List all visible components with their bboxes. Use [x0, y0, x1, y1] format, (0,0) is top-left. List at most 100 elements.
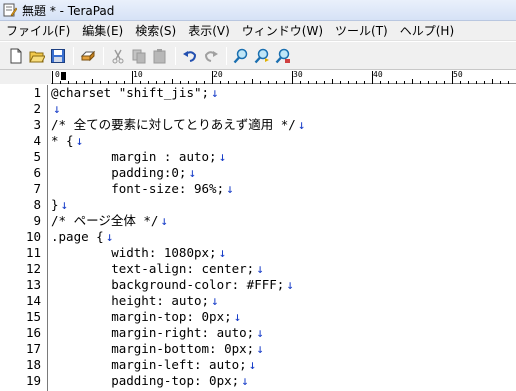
- line-text: margin-left: auto; ↓: [51, 357, 256, 373]
- line-content: margin : auto;: [51, 149, 217, 164]
- newline-mark-icon: ↓: [160, 213, 168, 228]
- line-content: text-align: center;: [51, 261, 255, 276]
- line-text: ↓: [51, 101, 61, 117]
- newline-mark-icon: ↓: [297, 117, 306, 132]
- ruler-caret-marker: [61, 72, 66, 80]
- editor-line[interactable]: 14 height: auto; ↓: [0, 293, 516, 309]
- new-file-icon[interactable]: [6, 46, 26, 66]
- editor-line[interactable]: 10 .page {↓: [0, 229, 516, 245]
- newline-mark-icon: ↓: [256, 261, 264, 276]
- search-icon[interactable]: [231, 46, 251, 66]
- newline-mark-icon: ↓: [256, 325, 264, 340]
- menu-file[interactable]: ファイル(F): [0, 21, 76, 41]
- cut-icon[interactable]: [108, 46, 128, 66]
- line-text: } ↓: [51, 197, 68, 213]
- ruler-label: 20: [213, 70, 223, 79]
- redo-icon[interactable]: [201, 46, 221, 66]
- menu-edit[interactable]: 編集(E): [76, 21, 129, 41]
- toolbar-separator: [103, 46, 104, 65]
- ruler-ticks: [52, 71, 509, 84]
- editor-line[interactable]: 13 background-color: #FFF; ↓: [0, 277, 516, 293]
- line-text: padding:0; ↓: [51, 165, 196, 181]
- open-folder-icon[interactable]: [27, 46, 47, 66]
- toolbar-separator: [73, 46, 74, 65]
- editor-line[interactable]: 9 /* ページ全体 */↓: [0, 213, 516, 229]
- terapad-app-icon[interactable]: [2, 2, 18, 18]
- editor-line[interactable]: 7 font-size: 96%; ↓: [0, 181, 516, 197]
- line-number: 2: [33, 101, 41, 116]
- line-text: * {↓: [51, 133, 83, 149]
- newline-mark-icon: ↓: [286, 277, 294, 292]
- title-bar[interactable]: 無題 * - TeraPad: [0, 0, 516, 21]
- line-content: margin-bottom: 0px;: [51, 341, 255, 356]
- line-content: }: [51, 197, 59, 212]
- replace-icon[interactable]: [273, 46, 293, 66]
- print-icon[interactable]: [78, 46, 98, 66]
- line-text: text-align: center; ↓: [51, 261, 264, 277]
- editor-line[interactable]: 15 margin-top: 0px; ↓: [0, 309, 516, 325]
- newline-mark-icon: ↓: [256, 341, 264, 356]
- line-number: 11: [25, 245, 41, 260]
- line-number: 14: [25, 293, 41, 308]
- line-number: 3: [33, 117, 41, 132]
- line-number: 4: [33, 133, 41, 148]
- menu-window[interactable]: ウィンドウ(W): [236, 21, 329, 41]
- line-content: font-size: 96%;: [51, 181, 225, 196]
- editor-line[interactable]: 6 padding:0; ↓: [0, 165, 516, 181]
- editor-line[interactable]: 19 padding-top: 0px; ↓: [0, 373, 516, 389]
- menu-search[interactable]: 検索(S): [129, 21, 182, 41]
- line-number: 12: [25, 261, 41, 276]
- newline-mark-icon: ↓: [226, 181, 234, 196]
- editor-line[interactable]: 1 @charset "shift_jis"; ↓: [0, 85, 516, 101]
- line-text: margin-top: 0px; ↓: [51, 309, 241, 325]
- ruler-label: 10: [133, 70, 143, 79]
- line-number: 15: [25, 309, 41, 324]
- line-text: @charset "shift_jis"; ↓: [51, 85, 219, 101]
- editor-line[interactable]: 3 /* 全ての要素に対してとりあえず適用 */↓: [0, 117, 516, 133]
- editor-line[interactable]: 4 * {↓: [0, 133, 516, 149]
- line-number: 7: [33, 181, 41, 196]
- menu-help[interactable]: ヘルプ(H): [394, 21, 460, 41]
- line-text: margin-bottom: 0px; ↓: [51, 341, 264, 357]
- editor-line[interactable]: 18 margin-left: auto; ↓: [0, 357, 516, 373]
- undo-icon[interactable]: [180, 46, 200, 66]
- line-content: padding:0;: [51, 165, 187, 180]
- line-number: 8: [33, 197, 41, 212]
- line-text: .page {↓: [51, 229, 113, 245]
- editor-line[interactable]: 12 text-align: center; ↓: [0, 261, 516, 277]
- save-icon[interactable]: [48, 46, 68, 66]
- ruler-label: 30: [293, 70, 303, 79]
- line-text: font-size: 96%; ↓: [51, 181, 234, 197]
- editor-line[interactable]: 17 margin-bottom: 0px; ↓: [0, 341, 516, 357]
- paste-icon[interactable]: [150, 46, 170, 66]
- menu-view[interactable]: 表示(V): [182, 21, 236, 41]
- line-text: width: 1080px; ↓: [51, 245, 226, 261]
- newline-mark-icon: ↓: [60, 197, 69, 212]
- editor-line[interactable]: 2 ↓: [0, 101, 516, 117]
- menu-tools[interactable]: ツール(T): [329, 21, 394, 41]
- editor-line[interactable]: 11 width: 1080px; ↓: [0, 245, 516, 261]
- menu-bar: ファイル(F) 編集(E) 検索(S) 表示(V) ウィンドウ(W) ツール(T…: [0, 21, 516, 41]
- copy-icon[interactable]: [129, 46, 149, 66]
- editor-line[interactable]: 5 margin : auto; ↓: [0, 149, 516, 165]
- line-content: margin-left: auto;: [51, 357, 247, 372]
- line-number: 13: [25, 277, 41, 292]
- line-content: /* ページ全体 */: [51, 213, 159, 228]
- window-title: 無題 * - TeraPad: [22, 3, 115, 18]
- ruler-label: 0: [55, 70, 60, 79]
- newline-mark-icon: ↓: [218, 149, 227, 164]
- newline-mark-icon: ↓: [248, 357, 257, 372]
- line-content: height: auto;: [51, 293, 210, 308]
- newline-mark-icon: ↓: [105, 229, 114, 244]
- line-text: /* 全ての要素に対してとりあえず適用 */↓: [51, 117, 305, 133]
- line-number: 1: [33, 85, 41, 100]
- search-next-icon[interactable]: [252, 46, 272, 66]
- editor-line[interactable]: 16 margin-right: auto; ↓: [0, 325, 516, 341]
- text-editor[interactable]: 1 @charset "shift_jis"; ↓ 2 ↓ 3/* 全ての要素に対してとり…: [0, 85, 516, 391]
- newline-mark-icon: ↓: [218, 245, 227, 260]
- line-content: .page {: [51, 229, 104, 244]
- line-number: 5: [33, 149, 41, 164]
- line-text: padding-top: 0px; ↓: [51, 373, 248, 389]
- line-text: height: auto; ↓: [51, 293, 218, 309]
- editor-line[interactable]: 8} ↓: [0, 197, 516, 213]
